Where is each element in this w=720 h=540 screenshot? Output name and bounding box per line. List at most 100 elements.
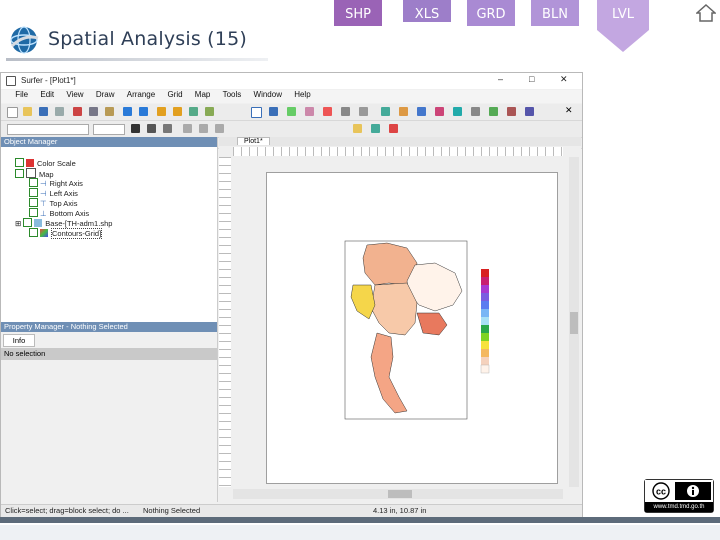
undo-icon[interactable] xyxy=(123,107,132,116)
tab-info[interactable]: Info xyxy=(3,334,35,347)
tree-item-bottom-axis[interactable]: ⊥ Bottom Axis xyxy=(29,208,89,218)
scroll-thumb[interactable] xyxy=(388,490,412,498)
base-map-icon[interactable] xyxy=(417,107,426,116)
map-shape-west xyxy=(350,284,376,320)
contour-layer-icon xyxy=(40,229,48,237)
size-dropdown[interactable] xyxy=(93,124,125,135)
cut-icon[interactable] xyxy=(73,107,82,116)
redraw-icon[interactable] xyxy=(205,107,214,116)
doc-close-icon[interactable]: ✕ xyxy=(565,105,573,116)
menu-file[interactable]: File xyxy=(15,90,28,99)
tree-item-contours[interactable]: Contours-Grid] xyxy=(29,228,103,239)
italic-icon[interactable] xyxy=(147,124,156,133)
expand-icon[interactable]: ⊞ xyxy=(15,219,21,228)
print-icon[interactable] xyxy=(55,107,64,116)
horizontal-ruler xyxy=(233,147,563,156)
fill-color-icon[interactable] xyxy=(353,124,362,133)
ellipse-tool-icon[interactable] xyxy=(359,107,368,116)
checkbox[interactable] xyxy=(29,188,38,197)
tab-shp[interactable]: SHP xyxy=(334,0,382,26)
checkbox[interactable] xyxy=(29,178,38,187)
axis-icon: ⊣ xyxy=(40,179,47,188)
line-color-icon[interactable] xyxy=(371,124,380,133)
new-icon[interactable] xyxy=(7,107,18,118)
tree-item-left-axis[interactable]: ⊣ Left Axis xyxy=(29,188,78,198)
grid-data-icon[interactable] xyxy=(381,107,390,116)
checkbox[interactable] xyxy=(29,198,38,207)
menu-window[interactable]: Window xyxy=(254,90,282,99)
contour-map-icon[interactable] xyxy=(399,107,408,116)
checkbox[interactable] xyxy=(15,158,24,167)
home-icon[interactable] xyxy=(695,3,717,23)
checkbox[interactable] xyxy=(29,228,38,237)
tab-grd[interactable]: GRD xyxy=(467,0,515,26)
map-icon xyxy=(26,168,36,178)
align-right-icon[interactable] xyxy=(215,124,224,133)
tab-lvl[interactable]: LVL xyxy=(597,0,649,52)
copy-icon[interactable] xyxy=(89,107,98,116)
menu-edit[interactable]: Edit xyxy=(40,90,54,99)
shaded-relief-icon[interactable] xyxy=(471,107,480,116)
tree-label: Right Axis xyxy=(49,179,83,188)
tab-bln[interactable]: BLN xyxy=(531,0,579,26)
checkbox[interactable] xyxy=(23,218,33,227)
redo-icon[interactable] xyxy=(139,107,148,116)
map-shape-east xyxy=(416,312,448,336)
minimize-icon[interactable]: – xyxy=(498,74,503,84)
vector-map-icon[interactable] xyxy=(489,107,498,116)
post-map-icon[interactable] xyxy=(435,107,444,116)
align-center-icon[interactable] xyxy=(199,124,208,133)
document-tabbar: Plot1* xyxy=(219,137,581,146)
polygon-tool-icon[interactable] xyxy=(287,107,296,116)
zoom-fit-icon[interactable] xyxy=(173,107,182,116)
tree-item-right-axis[interactable]: ⊣ Right Axis xyxy=(29,178,83,188)
underline-icon[interactable] xyxy=(163,124,172,133)
bold-icon[interactable] xyxy=(131,124,140,133)
menu-tools[interactable]: Tools xyxy=(223,90,242,99)
select-tool-icon[interactable] xyxy=(251,107,262,118)
scroll-thumb[interactable] xyxy=(570,312,578,334)
tree-label: Bottom Axis xyxy=(49,209,90,218)
cc-by-icon: cc xyxy=(645,480,713,502)
menu-arrange[interactable]: Arrange xyxy=(127,90,155,99)
save-icon[interactable] xyxy=(39,107,48,116)
horizontal-scrollbar[interactable] xyxy=(233,489,563,499)
vertical-ruler xyxy=(219,157,231,487)
wireframe-icon[interactable] xyxy=(525,107,534,116)
font-color-icon[interactable] xyxy=(389,124,398,133)
checkbox[interactable] xyxy=(15,169,24,178)
zoom-icon[interactable] xyxy=(157,107,166,116)
align-left-icon[interactable] xyxy=(183,124,192,133)
menu-help[interactable]: Help xyxy=(294,90,310,99)
menu-view[interactable]: View xyxy=(66,90,83,99)
tree-item-color-scale[interactable]: Color Scale xyxy=(15,158,76,168)
open-icon[interactable] xyxy=(23,107,32,116)
rectangle-tool-icon[interactable] xyxy=(341,107,350,116)
status-coords: 4.13 in, 10.87 in xyxy=(373,506,427,515)
image-map-icon[interactable] xyxy=(453,107,462,116)
menu-draw[interactable]: Draw xyxy=(96,90,115,99)
surface-map-icon[interactable] xyxy=(507,107,516,116)
vertical-scrollbar[interactable] xyxy=(569,157,579,487)
pan-icon[interactable] xyxy=(189,107,198,116)
menu-grid[interactable]: Grid xyxy=(167,90,182,99)
tree-item-base-layer[interactable]: ⊞ Base-[TH-adm1.shp xyxy=(15,218,112,228)
symbol-tool-icon[interactable] xyxy=(323,107,332,116)
plot-page xyxy=(266,172,558,484)
tab-plot1[interactable]: Plot1* xyxy=(237,137,270,145)
menu-map[interactable]: Map xyxy=(195,90,211,99)
close-icon[interactable]: ✕ xyxy=(560,74,568,85)
paste-icon[interactable] xyxy=(105,107,114,116)
font-dropdown[interactable] xyxy=(7,124,89,135)
maximize-icon[interactable]: □ xyxy=(529,74,534,84)
tree-label: Color Scale xyxy=(37,159,76,168)
tree-item-top-axis[interactable]: ⊤ Top Axis xyxy=(29,198,77,208)
selection-message: No selection xyxy=(1,348,217,360)
tree-item-map[interactable]: Map xyxy=(15,168,54,179)
polyline-tool-icon[interactable] xyxy=(305,107,314,116)
checkbox[interactable] xyxy=(29,208,38,217)
text-tool-icon[interactable] xyxy=(269,107,278,116)
tab-xls[interactable]: XLS xyxy=(403,0,451,22)
base-layer-icon xyxy=(34,219,43,227)
toolbar-standard: ✕ xyxy=(1,104,582,121)
